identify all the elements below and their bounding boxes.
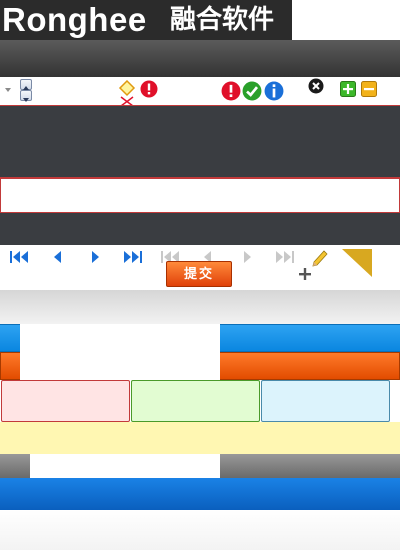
logo-wordmark: Ronghee — [2, 1, 147, 38]
check-icon — [242, 81, 262, 101]
add-icon[interactable] — [298, 267, 312, 281]
dark-bar — [0, 213, 400, 245]
dark-bar — [0, 142, 400, 178]
next-page-icon[interactable] — [84, 249, 106, 265]
error-icon — [140, 80, 158, 98]
logo-chinese-text: 融合软件 — [170, 5, 275, 35]
diamond-icon[interactable] — [118, 80, 136, 106]
stepper-up-button[interactable] — [20, 79, 32, 90]
info-cell — [261, 380, 390, 422]
first-page-icon[interactable] — [9, 249, 31, 265]
minus-icon[interactable] — [361, 81, 377, 97]
blue-band — [0, 478, 400, 510]
icon-toolbar — [0, 77, 400, 106]
success-cell — [131, 380, 260, 422]
pale-band — [0, 510, 400, 550]
top-bar — [0, 40, 400, 77]
sort-arrow-icon[interactable] — [5, 87, 11, 93]
prev-page-icon[interactable] — [48, 249, 70, 265]
error-cell — [1, 380, 130, 422]
next-page-disabled-icon — [244, 251, 251, 263]
pencil-icon[interactable] — [310, 248, 330, 268]
logo: Ronghee 融合软件 — [0, 0, 292, 40]
plus-icon[interactable] — [340, 81, 356, 97]
last-page-icon[interactable] — [122, 249, 144, 265]
pager: 提交 — [0, 245, 400, 290]
info-icon — [264, 81, 284, 101]
input-field[interactable] — [0, 178, 400, 213]
stepper-down-button[interactable] — [20, 90, 32, 102]
submit-button[interactable]: 提交 — [166, 261, 232, 287]
gray-band — [0, 290, 400, 324]
white-panel — [20, 324, 220, 380]
error-icon — [221, 81, 241, 101]
last-page-disabled-icon — [276, 251, 294, 263]
close-icon[interactable] — [308, 78, 324, 94]
dark-bar — [0, 105, 400, 143]
white-strip — [30, 454, 220, 478]
corner-fold-icon — [342, 249, 372, 277]
yellow-band — [0, 422, 400, 454]
